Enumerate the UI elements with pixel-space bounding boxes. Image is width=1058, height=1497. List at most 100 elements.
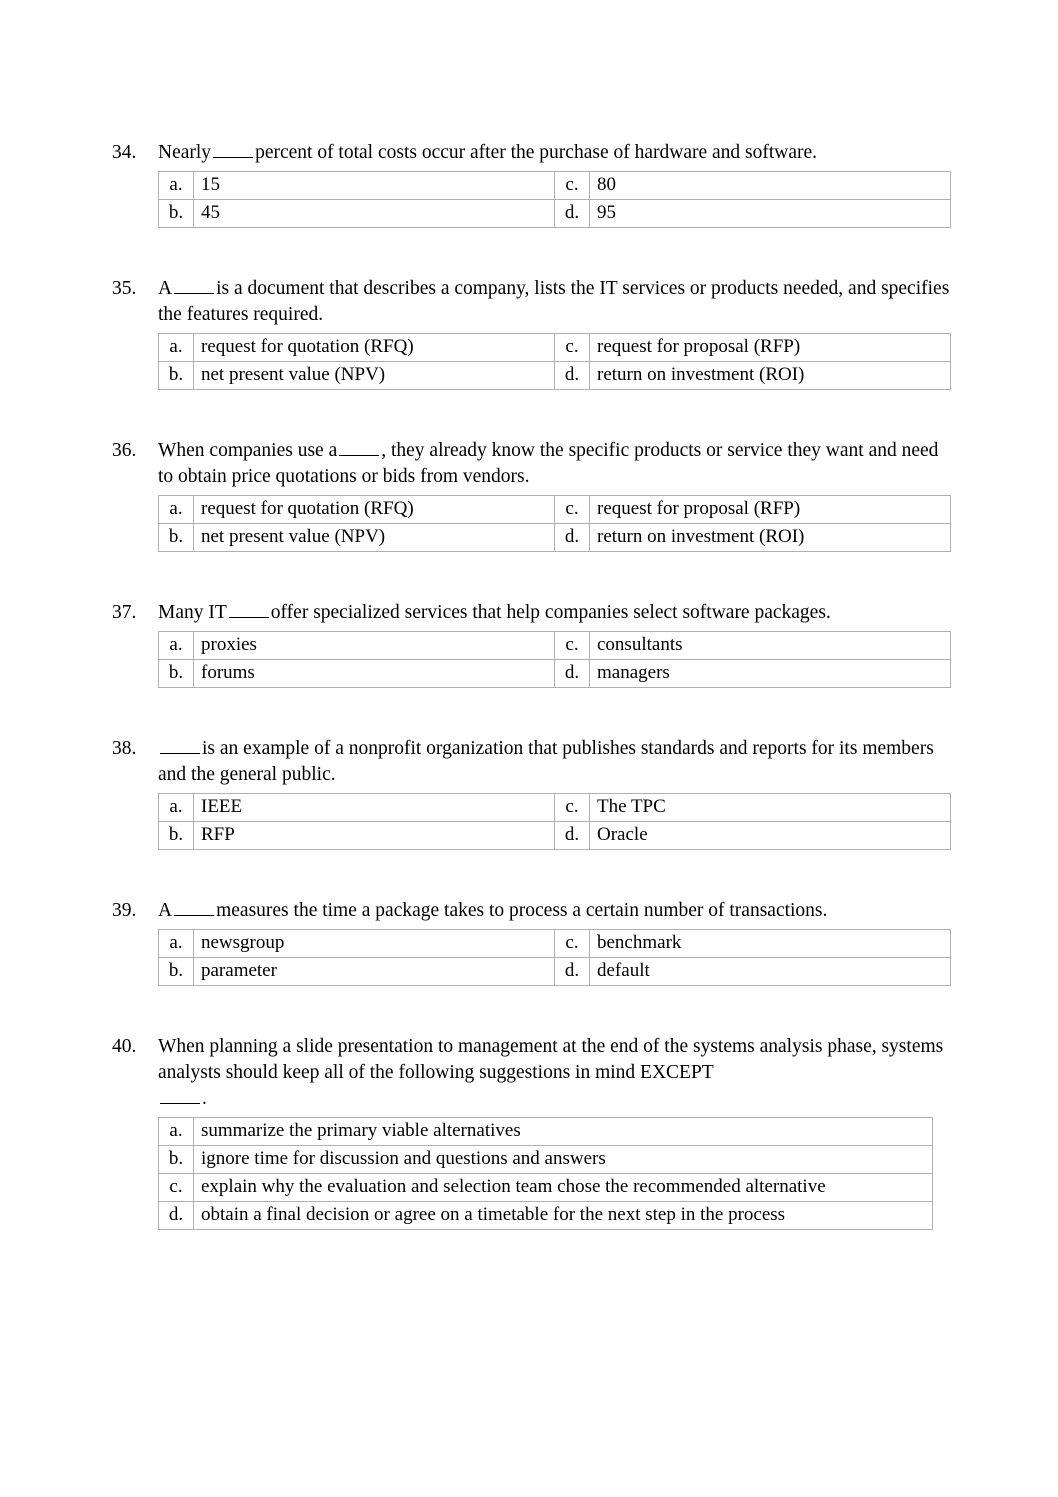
option-value[interactable]: request for proposal (RFP) [589,333,951,362]
question-text-after: is an example of a nonprofit organizatio… [158,738,934,785]
option-value[interactable]: 95 [589,199,951,228]
table-row: a. summarize the primary viable alternat… [158,1117,933,1146]
option-value[interactable]: 80 [589,171,951,200]
option-letter: b. [158,659,194,688]
option-letter: c. [554,793,590,822]
option-value[interactable]: consultants [589,631,951,660]
question-text-before: When companies use a [158,440,338,461]
option-value[interactable]: explain why the evaluation and selection… [193,1173,933,1202]
question-number: 37. [112,602,137,623]
table-row: d. obtain a final decision or agree on a… [158,1201,933,1230]
option-value[interactable]: 45 [193,199,555,228]
question-number: 34. [112,142,137,163]
option-value[interactable]: managers [589,659,951,688]
question-text: Many IT offer specialized services that h… [158,600,958,626]
question-text-after: measures the time a package takes to pro… [216,900,828,921]
question-trailing-period: . [202,1088,207,1109]
option-value[interactable]: 15 [193,171,555,200]
option-letter: a. [158,333,194,362]
question-line: 36. When companies use a, they already k… [112,438,958,490]
table-row: a. request for quotation (RFQ) c. reques… [158,333,951,362]
option-value[interactable]: return on investment (ROI) [589,361,951,390]
question-text-before: Many IT [158,602,227,623]
options-table: a. request for quotation (RFQ) c. reques… [158,495,951,552]
option-letter: d. [554,523,590,552]
table-row: a. request for quotation (RFQ) c. reques… [158,495,951,524]
option-value[interactable]: net present value (NPV) [193,361,555,390]
fill-in-blank [174,279,215,294]
option-letter: b. [158,1145,194,1174]
question-line: 34. Nearly percent of total costs occur a… [112,140,958,166]
question-trailing-blank-line: . [158,1086,958,1112]
option-letter: a. [158,171,194,200]
question-block: 39. Ameasures the time a package takes t… [112,898,958,986]
option-letter: d. [554,957,590,986]
option-letter: c. [554,333,590,362]
option-letter: a. [158,793,194,822]
option-value[interactable]: net present value (NPV) [193,523,555,552]
option-value[interactable]: default [589,957,951,986]
question-number: 36. [112,440,137,461]
table-row: b. parameter d. default [158,957,951,986]
options-table: a. newsgroup c. benchmark b. parameter d… [158,929,951,986]
options-table: a. 15 c. 80 b. 45 d. 95 [158,171,951,228]
option-value[interactable]: proxies [193,631,555,660]
question-text: Ameasures the time a package takes to pr… [158,898,958,924]
question-line: 37. Many IT offer specialized services th… [112,600,958,626]
option-value[interactable]: request for quotation (RFQ) [193,495,555,524]
option-value[interactable]: benchmark [589,929,951,958]
question-text-before: A [158,278,173,299]
table-row: b. net present value (NPV) d. return on … [158,523,951,552]
table-row: a. 15 c. 80 [158,171,951,200]
option-letter: a. [158,495,194,524]
option-letter: a. [158,631,194,660]
table-row: a. newsgroup c. benchmark [158,929,951,958]
option-value[interactable]: Oracle [589,821,951,850]
options-table: a. IEEE c. The TPC b. RFP d. Oracle [158,793,951,850]
options-table: a. proxies c. consultants b. forums d. m… [158,631,951,688]
question-block: 37. Many IT offer specialized services th… [112,600,958,688]
question-number: 35. [112,278,137,299]
question-text: is an example of a nonprofit organizatio… [158,736,958,788]
option-value[interactable]: IEEE [193,793,555,822]
question-block: 35. Ais a document that describes a comp… [112,276,958,390]
option-value[interactable]: request for proposal (RFP) [589,495,951,524]
option-value[interactable]: ignore time for discussion and questions… [193,1145,933,1174]
question-number: 38. [112,738,137,759]
table-row: a. proxies c. consultants [158,631,951,660]
option-value[interactable]: forums [193,659,555,688]
option-value[interactable]: newsgroup [193,929,555,958]
option-value[interactable]: The TPC [589,793,951,822]
option-value[interactable]: parameter [193,957,555,986]
option-letter: b. [158,523,194,552]
option-value[interactable]: request for quotation (RFQ) [193,333,555,362]
option-letter: b. [158,199,194,228]
option-letter: c. [158,1173,194,1202]
table-row: a. IEEE c. The TPC [158,793,951,822]
table-row: c. explain why the evaluation and select… [158,1173,933,1202]
option-value[interactable]: RFP [193,821,555,850]
option-letter: b. [158,821,194,850]
options-table: a. request for quotation (RFQ) c. reques… [158,333,951,390]
question-block: 36. When companies use a, they already k… [112,438,958,552]
question-text: When planning a slide presentation to ma… [158,1036,944,1083]
option-value[interactable]: obtain a final decision or agree on a ti… [193,1201,933,1230]
option-letter: d. [554,361,590,390]
option-value[interactable]: return on investment (ROI) [589,523,951,552]
option-letter: d. [554,199,590,228]
fill-in-blank [213,143,254,158]
question-text: Ais a document that describes a company,… [158,276,958,328]
question-block: 40. When planning a slide presentation t… [112,1034,958,1230]
table-row: b. forums d. managers [158,659,951,688]
question-block: 38. is an example of a nonprofit organiz… [112,736,958,850]
document-page: 34. Nearly percent of total costs occur a… [0,0,1058,1497]
table-row: b. RFP d. Oracle [158,821,951,850]
table-row: b. ignore time for discussion and questi… [158,1145,933,1174]
option-value[interactable]: summarize the primary viable alternative… [193,1117,933,1146]
option-letter: c. [554,631,590,660]
question-text-after: is a document that describes a company, … [158,278,950,325]
question-text-after: offer specialized services that help com… [270,602,831,623]
table-row: b. 45 d. 95 [158,199,951,228]
question-block: 34. Nearly percent of total costs occur a… [112,140,958,228]
option-letter: c. [554,495,590,524]
